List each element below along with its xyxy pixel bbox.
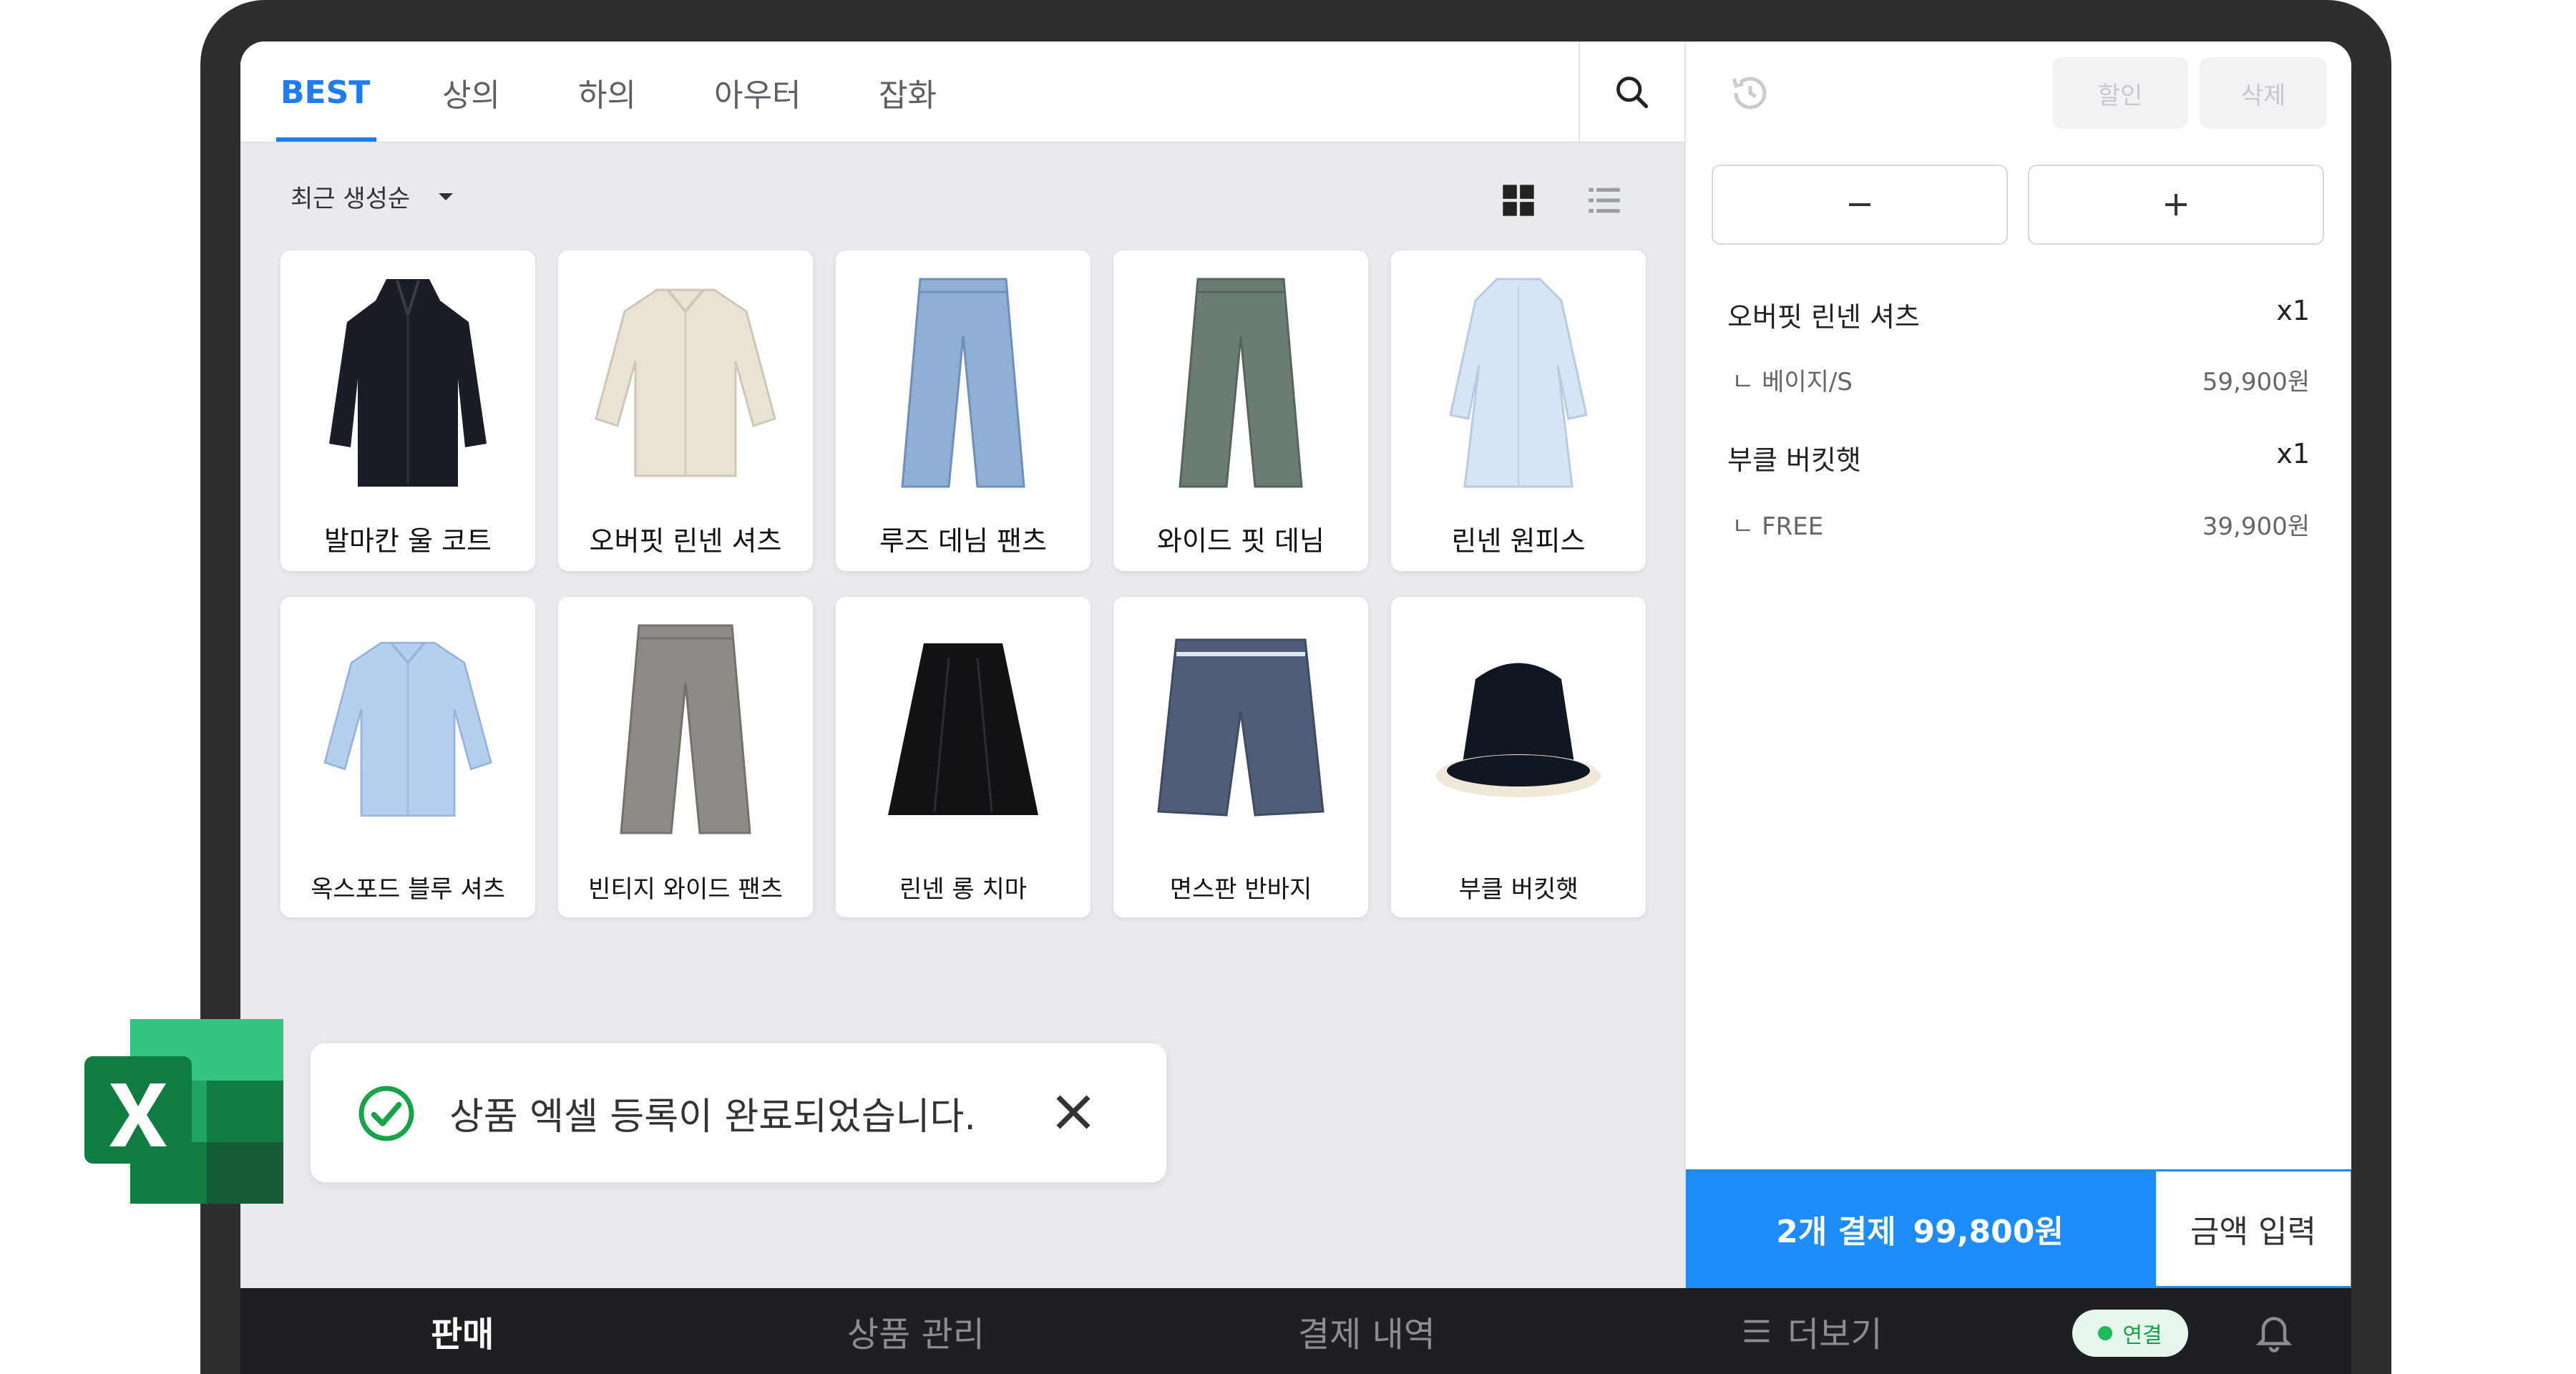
shorts-icon [1113,597,1368,862]
search-icon [1616,77,1649,109]
check-circle-icon [356,1083,416,1146]
cart-item-price: 39,900원 [2202,512,2310,541]
tab-tops[interactable]: 상의 [442,42,500,143]
product-name: 루즈 데님 팬츠 [879,525,1047,557]
connection-badge: 연결 [2072,1310,2188,1357]
pay-button[interactable]: 2개 결제 99,800원 [1686,1169,2154,1288]
tab-outer[interactable]: 아우터 [714,42,801,143]
search-button[interactable] [1579,42,1684,143]
category-tabbar: BEST 상의 하의 아우터 잡화 [240,42,1684,143]
cart-panel: 할인 삭제 오버핏 린넨 셔츠 x1 ㄴ 베이지/S 59,900원 부클 버킷… [1684,42,2351,1288]
tab-accessories[interactable]: 잡화 [879,42,937,143]
product-card[interactable]: 부클 버킷햇 [1391,597,1646,917]
nav-more-label: 더보기 [1787,1315,1883,1355]
product-name: 오버핏 린넨 셔츠 [589,525,782,557]
product-card[interactable]: 루즈 데님 팬츠 [836,250,1091,571]
success-toast: 상품 엑셀 등록이 완료되었습니다. [311,1043,1166,1182]
list-view-button[interactable] [1586,182,1623,222]
toast-message: 상품 엑셀 등록이 완료되었습니다. [449,1095,976,1139]
discount-button[interactable]: 할인 [2052,57,2188,129]
product-name: 발마칸 울 코트 [324,525,492,557]
pay-total: 99,800원 [1913,1214,2064,1250]
grid-view-icon [1503,185,1534,216]
product-card[interactable]: 옥스포드 블루 셔츠 [280,597,535,917]
bucket-hat-icon [1391,597,1646,862]
jeans-icon [1113,250,1368,515]
product-name: 빈티지 와이드 팬츠 [588,875,783,904]
active-tab-indicator [276,137,376,142]
cart-item-name: 오버핏 린넨 셔츠 [1727,301,1920,333]
product-card[interactable]: 오버핏 린넨 셔츠 [558,250,813,571]
product-name: 린넨 롱 치마 [899,875,1027,904]
nav-sell[interactable]: 판매 [431,1288,494,1374]
product-card[interactable]: 발마칸 울 코트 [280,250,535,571]
sort-toolbar: 최근 생성순 [240,143,1684,236]
cart-item-name: 부클 버킷햇 [1727,444,1861,476]
pay-count: 2개 결제 [1776,1214,1896,1250]
grid-view-button[interactable] [1500,182,1537,222]
increase-qty-button[interactable] [2028,165,2324,245]
cart-item-qty: x1 [2276,295,2310,326]
menu-icon [1744,1320,1770,1343]
nav-more[interactable]: 더보기 [1740,1288,1882,1374]
notifications-button[interactable] [2253,1310,2296,1355]
delete-button[interactable]: 삭제 [2200,57,2327,129]
tab-best[interactable]: BEST [280,42,370,143]
excel-logo-icon [84,1019,283,1204]
history-icon [1732,77,1767,109]
tab-bottoms[interactable]: 하의 [578,42,636,143]
bell-icon [2255,1317,2293,1353]
history-button[interactable] [1729,72,1772,117]
product-card[interactable]: 와이드 핏 데님 [1113,250,1368,571]
coat-icon [280,250,535,515]
status-dot-icon [2098,1326,2113,1340]
list-view-icon [1589,187,1620,213]
nav-history[interactable]: 결제 내역 [1298,1288,1435,1374]
bottom-nav: 판매 상품 관리 결제 내역 더보기 연결 [240,1288,2351,1374]
product-name: 와이드 핏 데님 [1157,525,1324,557]
decrease-qty-button[interactable] [1712,165,2008,245]
chevron-down-icon [439,193,454,200]
plus-icon [2165,194,2187,215]
close-icon [1056,1095,1091,1129]
cart-item-option: ㄴ 베이지/S [1732,368,1853,396]
product-card[interactable]: 빈티지 와이드 팬츠 [558,597,813,917]
cart-item-option: ㄴ FREE [1732,512,1824,541]
product-name: 부클 버킷햇 [1458,875,1579,904]
sort-dropdown[interactable]: 최근 생성순 [291,179,454,214]
skirt-icon [836,597,1091,862]
amount-input-button[interactable]: 금액 입력 [2154,1169,2351,1288]
cart-item-price: 59,900원 [2202,368,2310,396]
connection-label: 연결 [2122,1323,2162,1348]
product-card[interactable]: 린넨 원피스 [1391,250,1646,571]
nav-products[interactable]: 상품 관리 [847,1288,985,1374]
product-card[interactable]: 면스판 반바지 [1113,597,1368,917]
shirt-icon [558,250,813,515]
dress-icon [1391,250,1646,515]
jeans-icon [836,250,1091,515]
product-card[interactable]: 린넨 롱 치마 [836,597,1091,917]
minus-icon [1849,203,1870,206]
pants-icon [558,597,813,862]
product-name: 린넨 원피스 [1451,525,1586,557]
sort-label: 최근 생성순 [291,185,411,213]
close-toast-button[interactable] [1048,1086,1099,1141]
product-name: 면스판 반바지 [1169,875,1312,904]
product-name: 옥스포드 블루 셔츠 [311,875,505,904]
shirt-icon [280,597,535,862]
cart-item-qty: x1 [2276,438,2310,469]
